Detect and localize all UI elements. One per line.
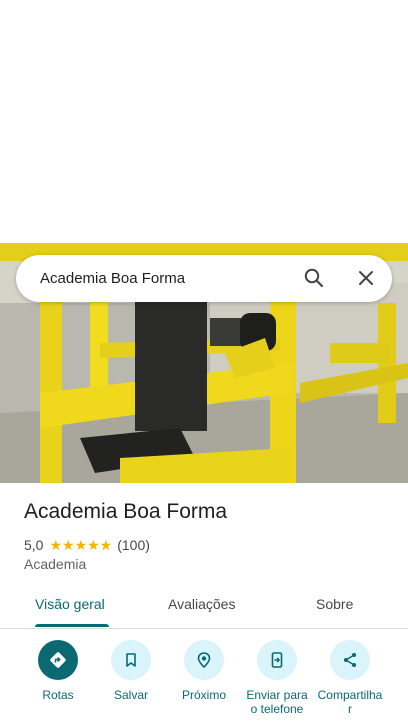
tab-about[interactable]: Sobre <box>316 586 353 626</box>
nearby-label: Próximo <box>181 688 226 702</box>
rating-value: 5,0 <box>24 537 44 553</box>
bookmark-icon <box>111 640 151 680</box>
directions-icon <box>38 640 78 680</box>
tab-overview[interactable]: Visão geral <box>35 586 105 626</box>
rating-row[interactable]: 5,0 ★★★★★ (100) <box>24 536 150 554</box>
search-icon[interactable] <box>302 266 326 290</box>
directions-button[interactable]: Rotas <box>20 640 96 702</box>
send-to-phone-label: Enviar para o telefone <box>246 688 308 716</box>
active-tab-indicator <box>35 624 109 627</box>
share-label: Compartilhar <box>317 688 383 716</box>
place-category: Academia <box>24 556 87 572</box>
blank-map-area <box>0 0 408 243</box>
save-label: Salvar <box>113 688 148 702</box>
search-input[interactable] <box>40 255 290 302</box>
share-icon <box>330 640 370 680</box>
nearby-button[interactable]: Próximo <box>166 640 242 702</box>
directions-label: Rotas <box>42 688 74 702</box>
review-count: (100) <box>117 537 150 553</box>
tab-reviews[interactable]: Avaliações <box>168 586 235 626</box>
send-to-phone-button[interactable]: Enviar para o telefone <box>239 640 315 716</box>
search-bar[interactable] <box>16 255 392 302</box>
rating-stars-icon: ★★★★★ <box>49 536 113 553</box>
nearby-icon <box>184 640 224 680</box>
close-icon[interactable] <box>354 266 378 290</box>
save-button[interactable]: Salvar <box>93 640 169 702</box>
action-bar: Rotas Salvar Próximo Enviar para o telef… <box>0 640 408 726</box>
send-to-phone-icon <box>257 640 297 680</box>
share-button[interactable]: Compartilhar <box>312 640 388 716</box>
place-title: Academia Boa Forma <box>24 500 228 523</box>
place-tabs: Visão geral Avaliações Sobre <box>0 586 408 629</box>
